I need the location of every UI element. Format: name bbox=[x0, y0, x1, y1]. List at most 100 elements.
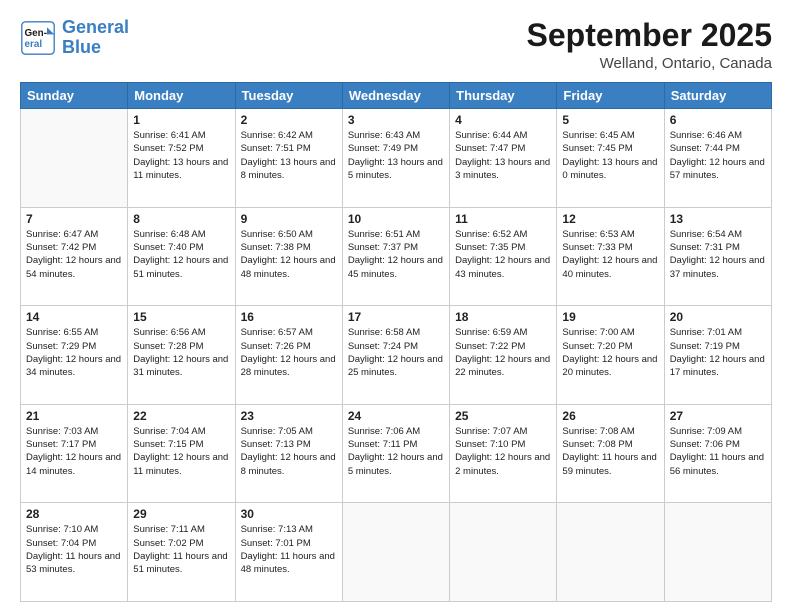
logo-name: General Blue bbox=[62, 18, 129, 58]
day-content: Sunrise: 6:58 AMSunset: 7:24 PMDaylight:… bbox=[348, 326, 444, 379]
calendar-header-sunday: Sunday bbox=[21, 83, 128, 109]
day-content: Sunrise: 7:03 AMSunset: 7:17 PMDaylight:… bbox=[26, 425, 122, 478]
sunrise-label: Sunrise: 7:00 AM bbox=[562, 327, 634, 338]
sunrise-label: Sunrise: 6:47 AM bbox=[26, 229, 98, 240]
daylight-label: Daylight: 12 hours and 2 minutes. bbox=[455, 452, 550, 476]
day-number: 20 bbox=[670, 310, 766, 324]
calendar-cell: 5Sunrise: 6:45 AMSunset: 7:45 PMDaylight… bbox=[557, 109, 664, 208]
sunrise-label: Sunrise: 7:10 AM bbox=[26, 524, 98, 535]
sunrise-label: Sunrise: 7:08 AM bbox=[562, 426, 634, 437]
daylight-label: Daylight: 12 hours and 5 minutes. bbox=[348, 452, 443, 476]
daylight-label: Daylight: 12 hours and 37 minutes. bbox=[670, 255, 765, 279]
sunset-label: Sunset: 7:04 PM bbox=[26, 538, 96, 549]
day-number: 29 bbox=[133, 507, 229, 521]
sunrise-label: Sunrise: 6:48 AM bbox=[133, 229, 205, 240]
day-number: 26 bbox=[562, 409, 658, 423]
sunrise-label: Sunrise: 6:53 AM bbox=[562, 229, 634, 240]
day-content: Sunrise: 7:01 AMSunset: 7:19 PMDaylight:… bbox=[670, 326, 766, 379]
daylight-label: Daylight: 13 hours and 5 minutes. bbox=[348, 157, 443, 181]
sunset-label: Sunset: 7:19 PM bbox=[670, 341, 740, 352]
day-number: 16 bbox=[241, 310, 337, 324]
daylight-label: Daylight: 12 hours and 57 minutes. bbox=[670, 157, 765, 181]
calendar-week-2: 14 Sunrise: 6:55 AMSunset: 7:29 PMDayligh… bbox=[21, 306, 772, 405]
daylight-label: Daylight: 11 hours and 48 minutes. bbox=[241, 551, 335, 575]
calendar-cell: 20Sunrise: 7:01 AMSunset: 7:19 PMDayligh… bbox=[664, 306, 771, 405]
day-number: 11 bbox=[455, 212, 551, 226]
day-number: 5 bbox=[562, 113, 658, 127]
sunrise-label: Sunrise: 6:52 AM bbox=[455, 229, 527, 240]
day-number: 19 bbox=[562, 310, 658, 324]
daylight-label: Daylight: 12 hours and 20 minutes. bbox=[562, 354, 657, 378]
calendar-cell: 2 Sunrise: 6:42 AM Sunset: 7:51 PM Daylight… bbox=[235, 109, 342, 208]
day-number: 24 bbox=[348, 409, 444, 423]
sunset-label: Sunset: 7:33 PM bbox=[562, 242, 632, 253]
calendar-header-wednesday: Wednesday bbox=[342, 83, 449, 109]
day-content: Sunrise: 6:42 AM Sunset: 7:51 PM Daylight:… bbox=[241, 129, 337, 182]
sunrise-label: Sunrise: 6:56 AM bbox=[133, 327, 205, 338]
sunrise-label: Sunrise: 7:01 AM bbox=[670, 327, 742, 338]
day-number: 28 bbox=[26, 507, 122, 521]
logo-line1: General bbox=[62, 17, 129, 37]
sunrise-label: Sunrise: 7:03 AM bbox=[26, 426, 98, 437]
daylight-label: Daylight: 12 hours and 25 minutes. bbox=[348, 354, 443, 378]
sunset-label: Sunset: 7:13 PM bbox=[241, 439, 311, 450]
day-content: Sunrise: 7:04 AMSunset: 7:15 PMDaylight:… bbox=[133, 425, 229, 478]
sunrise-label: Sunrise: 6:51 AM bbox=[348, 229, 420, 240]
day-number: 4 bbox=[455, 113, 551, 127]
daylight-label: Daylight: 12 hours and 14 minutes. bbox=[26, 452, 121, 476]
day-content: Sunrise: 7:11 AMSunset: 7:02 PMDaylight:… bbox=[133, 523, 229, 576]
day-content: Sunrise: 6:53 AM Sunset: 7:33 PM Daylight:… bbox=[562, 228, 658, 281]
sunset-label: Sunset: 7:38 PM bbox=[241, 242, 311, 253]
day-number: 27 bbox=[670, 409, 766, 423]
sunset-label: Sunset: 7:51 PM bbox=[241, 143, 311, 154]
sunset-label: Sunset: 7:52 PM bbox=[133, 143, 203, 154]
sunrise-label: Sunrise: 6:46 AM bbox=[670, 130, 742, 141]
sunset-label: Sunset: 7:28 PM bbox=[133, 341, 203, 352]
calendar-cell: 10Sunrise: 6:51 AMSunset: 7:37 PMDayligh… bbox=[342, 207, 449, 306]
day-number: 22 bbox=[133, 409, 229, 423]
sunset-label: Sunset: 7:49 PM bbox=[348, 143, 418, 154]
calendar-cell bbox=[664, 503, 771, 602]
day-content: Sunrise: 6:55 AMSunset: 7:29 PMDaylight:… bbox=[26, 326, 122, 379]
day-number: 14 bbox=[26, 310, 122, 324]
sunrise-label: Sunrise: 6:43 AM bbox=[348, 130, 420, 141]
sunset-label: Sunset: 7:42 PM bbox=[26, 242, 96, 253]
day-content: Sunrise: 6:50 AMSunset: 7:38 PMDaylight:… bbox=[241, 228, 337, 281]
sunrise-label: Sunrise: 6:42 AM bbox=[241, 130, 313, 141]
day-content: Sunrise: 6:57 AMSunset: 7:26 PMDaylight:… bbox=[241, 326, 337, 379]
day-number: 12 bbox=[562, 212, 658, 226]
sunset-label: Sunset: 7:10 PM bbox=[455, 439, 525, 450]
day-number: 2 bbox=[241, 113, 337, 127]
day-content: Sunrise: 6:56 AMSunset: 7:28 PMDaylight:… bbox=[133, 326, 229, 379]
day-number: 13 bbox=[670, 212, 766, 226]
day-content: Sunrise: 6:44 AMSunset: 7:47 PMDaylight:… bbox=[455, 129, 551, 182]
daylight-label: Daylight: 12 hours and 40 minutes. bbox=[562, 255, 657, 279]
day-content: Sunrise: 6:43 AM Sunset: 7:49 PM Daylight:… bbox=[348, 129, 444, 182]
sunset-label: Sunset: 7:45 PM bbox=[562, 143, 632, 154]
sunrise-label: Sunrise: 6:55 AM bbox=[26, 327, 98, 338]
day-content: Sunrise: 6:54 AMSunset: 7:31 PMDaylight:… bbox=[670, 228, 766, 281]
sunset-label: Sunset: 7:15 PM bbox=[133, 439, 203, 450]
sunrise-label: Sunrise: 6:44 AM bbox=[455, 130, 527, 141]
calendar-header-saturday: Saturday bbox=[664, 83, 771, 109]
calendar-cell bbox=[450, 503, 557, 602]
daylight-label: Daylight: 12 hours and 22 minutes. bbox=[455, 354, 550, 378]
day-content: Sunrise: 6:59 AMSunset: 7:22 PMDaylight:… bbox=[455, 326, 551, 379]
daylight-label: Daylight: 13 hours and 8 minutes. bbox=[241, 157, 336, 181]
day-content: Sunrise: 7:06 AMSunset: 7:11 PMDaylight:… bbox=[348, 425, 444, 478]
calendar-cell: 1Sunrise: 6:41 AMSunset: 7:52 PMDaylight… bbox=[128, 109, 235, 208]
daylight-label: Daylight: 12 hours and 43 minutes. bbox=[455, 255, 550, 279]
sunset-label: Sunset: 7:02 PM bbox=[133, 538, 203, 549]
calendar-week-0: 1Sunrise: 6:41 AMSunset: 7:52 PMDaylight… bbox=[21, 109, 772, 208]
day-content: Sunrise: 7:00 AMSunset: 7:20 PMDaylight:… bbox=[562, 326, 658, 379]
daylight-label: Daylight: 11 hours and 56 minutes. bbox=[670, 452, 764, 476]
logo-line2: Blue bbox=[62, 37, 101, 57]
daylight-label: Daylight: 12 hours and 45 minutes. bbox=[348, 255, 443, 279]
calendar-cell bbox=[342, 503, 449, 602]
daylight-label: Daylight: 12 hours and 28 minutes. bbox=[241, 354, 336, 378]
header: Gen- eral General Blue September 2025 We… bbox=[20, 18, 772, 72]
main-title: September 2025 bbox=[527, 18, 772, 53]
day-number: 6 bbox=[670, 113, 766, 127]
day-number: 18 bbox=[455, 310, 551, 324]
sunrise-label: Sunrise: 7:05 AM bbox=[241, 426, 313, 437]
